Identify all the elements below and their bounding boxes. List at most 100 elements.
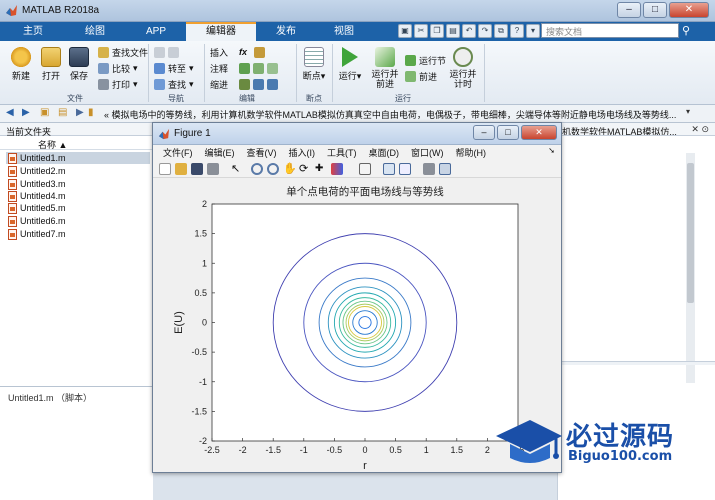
- switch-windows-icon[interactable]: ⧉: [494, 24, 508, 38]
- x-tick-label: -1.5: [265, 445, 281, 455]
- decrease-indent-icon: [267, 78, 279, 90]
- menu-window[interactable]: 窗口(W): [411, 146, 444, 159]
- x-tick-label: 1: [424, 445, 429, 455]
- comment-button[interactable]: 注释: [210, 61, 279, 75]
- zoom-out-icon[interactable]: [267, 163, 279, 175]
- panel-close-icon[interactable]: ✕ ⊙: [691, 124, 709, 135]
- run-and-advance-button[interactable]: 运行并前进: [370, 47, 400, 89]
- current-folder-path[interactable]: « 模拟电场中的等势线，利用计算机数学软件MATLAB模拟仿真真空中自由电荷，电…: [104, 108, 684, 121]
- editor-scrollbar[interactable]: [686, 153, 695, 383]
- find-button[interactable]: 查找 ▾: [154, 77, 194, 91]
- name-column-header[interactable]: 名称 ▲: [0, 136, 153, 150]
- close-button[interactable]: ✕: [669, 2, 709, 18]
- indent-button[interactable]: 缩进: [210, 77, 279, 91]
- figure-close-button[interactable]: ✕: [521, 125, 557, 140]
- y-tick-label: 1.5: [194, 229, 207, 239]
- tab-apps[interactable]: APP: [130, 22, 182, 41]
- run-section-button[interactable]: 运行节: [405, 53, 446, 67]
- data-cursor-icon[interactable]: ✚: [315, 163, 327, 175]
- save-quick-icon[interactable]: ▣: [398, 24, 412, 38]
- menu-desktop[interactable]: 桌面(D): [369, 146, 400, 159]
- menu-dock-icon[interactable]: ➘: [548, 146, 555, 155]
- run-button[interactable]: 运行▾: [336, 47, 364, 82]
- new-figure-icon[interactable]: [159, 163, 171, 175]
- x-tick-label: 2: [485, 445, 490, 455]
- legend-icon[interactable]: [399, 163, 411, 175]
- window-title-bar: MATLAB R2018a – □ ✕: [0, 0, 715, 22]
- menu-insert[interactable]: 插入(I): [289, 146, 316, 159]
- goto-button[interactable]: 转至 ▾: [154, 61, 194, 75]
- hide-plot-tools-icon[interactable]: [423, 163, 435, 175]
- cut-icon[interactable]: ✂: [414, 24, 428, 38]
- panel-divider[interactable]: [558, 361, 715, 365]
- up-folder-icon[interactable]: ▣: [40, 107, 49, 118]
- m-file-icon: [8, 215, 17, 227]
- rotate-3d-icon[interactable]: ⟳: [299, 163, 311, 175]
- open-file-icon[interactable]: [175, 163, 187, 175]
- breakpoints-button[interactable]: 断点▾: [300, 47, 328, 82]
- advance-button[interactable]: 前进: [405, 69, 437, 83]
- print-figure-icon[interactable]: [207, 163, 219, 175]
- copy-icon[interactable]: ❐: [430, 24, 444, 38]
- path-dropdown-icon[interactable]: ▾: [686, 107, 690, 116]
- tab-editor[interactable]: 编辑器: [186, 22, 256, 41]
- pan-hand-icon[interactable]: ✋: [283, 163, 297, 175]
- list-item[interactable]: Untitled4.m: [8, 190, 66, 202]
- list-item[interactable]: Untitled3.m: [8, 178, 66, 190]
- path-separator-icon: ▶: [76, 107, 84, 118]
- navigate-back-forward[interactable]: [154, 45, 179, 59]
- list-item[interactable]: Untitled2.m: [8, 165, 66, 177]
- menu-file[interactable]: 文件(F): [163, 146, 193, 159]
- chevron-down-icon: ▾: [189, 62, 194, 73]
- open-button[interactable]: 打开: [38, 47, 64, 82]
- dropdown-icon[interactable]: ▾: [526, 24, 540, 38]
- colorbar-icon[interactable]: [383, 163, 395, 175]
- matlab-logo-icon: [158, 128, 170, 140]
- browse-folder-icon[interactable]: ▤: [58, 107, 67, 118]
- link-plot-icon[interactable]: [359, 163, 371, 175]
- tab-home[interactable]: 主页: [6, 22, 60, 41]
- brush-icon[interactable]: [331, 163, 343, 175]
- menu-edit[interactable]: 编辑(E): [205, 146, 235, 159]
- list-item[interactable]: Untitled6.m: [8, 215, 66, 227]
- maximize-button[interactable]: □: [643, 2, 667, 18]
- x-tick-label: -2.5: [204, 445, 220, 455]
- pointer-icon[interactable]: ↖: [231, 163, 243, 175]
- y-tick-label: -1: [199, 377, 207, 387]
- increase-indent-icon: [253, 78, 265, 90]
- back-arrow-icon[interactable]: ◀: [6, 107, 14, 118]
- menu-view[interactable]: 查看(V): [247, 146, 277, 159]
- list-item[interactable]: Untitled7.m: [8, 228, 66, 240]
- redo-icon[interactable]: ↷: [478, 24, 492, 38]
- zoom-in-icon[interactable]: [251, 163, 263, 175]
- show-plot-tools-icon[interactable]: [439, 163, 451, 175]
- list-item[interactable]: Untitled1.m: [6, 152, 150, 164]
- tab-view[interactable]: 视图: [316, 22, 372, 41]
- help-icon[interactable]: ?: [510, 24, 524, 38]
- scrollbar-thumb[interactable]: [687, 163, 694, 303]
- tab-publish[interactable]: 发布: [260, 22, 312, 41]
- find-files-button[interactable]: 查找文件: [98, 45, 148, 59]
- save-button[interactable]: 保存: [66, 47, 92, 82]
- x-tick-label: 0: [362, 445, 367, 455]
- tab-plots[interactable]: 绘图: [64, 22, 126, 41]
- m-file-icon: [8, 152, 17, 164]
- figure-maximize-button[interactable]: □: [497, 125, 519, 140]
- insert-button[interactable]: 插入 fx: [210, 45, 266, 59]
- minimize-button[interactable]: –: [617, 2, 641, 18]
- run-advance-icon: [375, 47, 395, 67]
- list-item[interactable]: Untitled5.m: [8, 202, 66, 214]
- forward-arrow-icon[interactable]: ▶: [22, 107, 30, 118]
- figure-minimize-button[interactable]: –: [473, 125, 495, 140]
- compare-button[interactable]: 比较 ▾: [98, 61, 138, 75]
- undo-icon[interactable]: ↶: [462, 24, 476, 38]
- search-documentation-input[interactable]: 搜索文档: [541, 23, 679, 38]
- run-and-time-button[interactable]: 运行并计时: [448, 47, 478, 89]
- new-button[interactable]: 新建: [8, 47, 34, 82]
- save-figure-icon[interactable]: [191, 163, 203, 175]
- print-button[interactable]: 打印 ▾: [98, 77, 138, 91]
- paste-icon[interactable]: ▤: [446, 24, 460, 38]
- menu-help[interactable]: 帮助(H): [456, 146, 487, 159]
- menu-tools[interactable]: 工具(T): [327, 146, 357, 159]
- search-icon[interactable]: ⚲: [682, 24, 696, 38]
